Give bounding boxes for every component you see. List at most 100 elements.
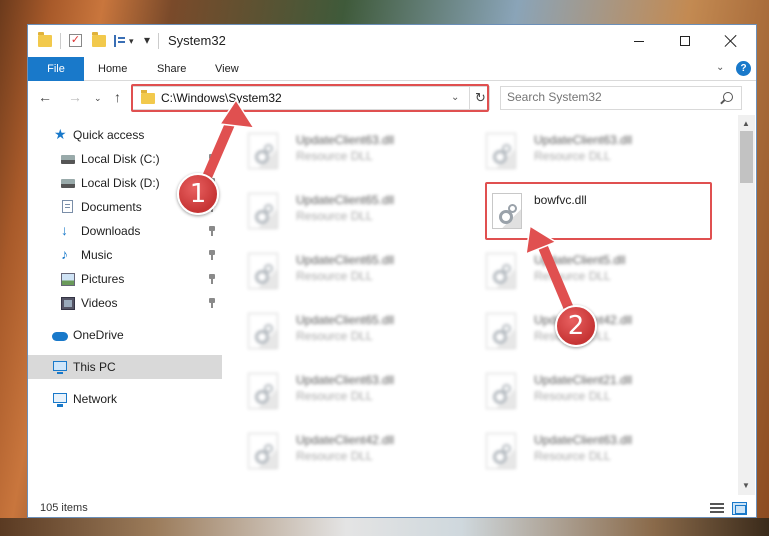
scroll-up-icon[interactable]: ▲ [742,119,750,128]
file-type: Resource DLL [534,269,611,283]
file-item[interactable]: UpdateClient21.dll Resource DLL [460,365,688,415]
forward-button[interactable]: → [68,89,82,105]
download-icon: ↓ [61,222,68,238]
sidebar-item-label: This PC [73,360,116,374]
quick-access-customize-icon[interactable] [114,35,126,47]
properties-check-icon[interactable]: ✓ [69,34,82,47]
customize-toolbar-icon[interactable]: ▾ [144,33,150,49]
sidebar-item-quick-access[interactable]: ★ Quick access [28,123,222,147]
file-type: Resource DLL [296,449,373,463]
sidebar-item-label: Local Disk (D:) [81,176,160,190]
sidebar-item-music[interactable]: ♪ Music [28,243,222,267]
pin-icon[interactable] [208,250,216,260]
file-item[interactable]: UpdateClient65.dll Resource DLL [222,305,450,355]
sidebar-item-label: Pictures [81,272,125,286]
help-button[interactable]: ? [736,61,751,76]
file-item[interactable]: UpdateClient63.dll Resource DLL [460,125,688,175]
file-name: UpdateClient63.dll [534,133,633,147]
maximize-icon [680,36,690,46]
file-name: UpdateClient65.dll [296,193,395,207]
minimize-button[interactable] [616,25,662,57]
details-view-icon[interactable] [710,503,724,514]
vertical-scrollbar[interactable]: ▲ ▼ [738,115,755,495]
videos-icon [61,297,75,310]
sidebar-item-videos[interactable]: Videos [28,291,222,315]
tab-file[interactable]: File [28,57,84,81]
file-type: Resource DLL [296,389,373,403]
drive-icon [61,155,75,164]
pin-icon[interactable] [208,226,216,236]
step-badge-2: 2 [555,305,597,347]
sidebar-item-label: Videos [81,296,118,310]
file-item-bowfvc[interactable]: bowfvc.dll [460,185,688,235]
dll-file-icon [486,313,516,349]
dll-file-icon [248,253,278,289]
network-icon [53,393,67,407]
address-bar[interactable]: C:\Windows\System32 ⌄ ↻ [132,86,490,110]
maximize-button[interactable] [662,25,708,57]
scroll-down-icon[interactable]: ▼ [742,481,750,490]
file-name: UpdateClient63.dll [534,433,633,447]
pin-icon[interactable] [208,274,216,284]
sidebar-item-label: Documents [81,200,142,214]
tab-home[interactable]: Home [98,57,127,81]
sidebar-item-label: Quick access [73,128,145,142]
sidebar-item-network[interactable]: Network [28,387,222,411]
large-icons-view-icon[interactable] [732,502,747,515]
pin-icon[interactable] [208,298,216,308]
back-button[interactable]: ← [38,89,52,105]
sidebar-item-label: Downloads [81,224,141,238]
recent-locations-icon[interactable]: ⌄ [94,93,102,104]
file-name: UpdateClient5.dll [534,253,626,267]
file-item[interactable]: UpdateClient65.dll Resource DLL [222,185,450,235]
file-name: bowfvc.dll [534,193,587,207]
pictures-icon [61,273,75,286]
file-type: Resource DLL [296,209,373,223]
search-input[interactable] [507,90,707,104]
divider [60,33,61,49]
sidebar-item-downloads[interactable]: ↓ Downloads [28,219,222,243]
pin-icon[interactable] [208,154,216,164]
new-folder-icon[interactable] [92,32,106,47]
expand-ribbon-icon[interactable]: ⌄ [716,62,724,73]
file-item[interactable]: UpdateClient5.dll Resource DLL [460,245,688,295]
sidebar-item-local-disk-c[interactable]: Local Disk (C:) [28,147,222,171]
computer-icon [53,361,67,374]
dll-file-icon [248,373,278,409]
file-item[interactable]: UpdateClient63.dll Resource DLL [460,425,688,475]
search-box[interactable] [500,86,742,110]
tab-view[interactable]: View [215,57,239,81]
chevron-down-icon[interactable]: ▾ [129,36,134,52]
file-type: Resource DLL [534,449,611,463]
file-item[interactable]: UpdateClient42.dll Resource DLL [222,425,450,475]
documents-icon [62,200,73,213]
sidebar-item-pictures[interactable]: Pictures [28,267,222,291]
close-button[interactable] [708,25,754,57]
refresh-icon: ↻ [475,90,486,105]
chevron-down-icon[interactable]: ⌄ [451,92,459,103]
dll-file-icon [486,133,516,169]
sidebar-item-onedrive[interactable]: OneDrive [28,323,222,347]
sidebar-item-this-pc[interactable]: This PC [28,355,222,379]
file-item[interactable]: UpdateClient63.dll Resource DLL [222,125,450,175]
up-button[interactable]: ↑ [114,89,121,105]
file-type: Resource DLL [296,149,373,163]
refresh-button[interactable]: ↻ [469,87,491,109]
address-path[interactable]: C:\Windows\System32 [161,91,282,105]
dll-file-icon [248,433,278,469]
file-name: UpdateClient63.dll [296,373,395,387]
folder-icon [38,32,52,47]
tab-share[interactable]: Share [157,57,186,81]
drive-icon [61,179,75,188]
file-type: Resource DLL [296,329,373,343]
desktop-wallpaper [0,518,769,536]
file-name: UpdateClient42.dll [296,433,395,447]
scrollbar-thumb[interactable] [740,131,753,183]
file-item[interactable]: UpdateClient65.dll Resource DLL [222,245,450,295]
file-item[interactable]: UpdateClient63.dll Resource DLL [222,365,450,415]
file-name: UpdateClient21.dll [534,373,633,387]
music-icon: ♪ [61,246,68,262]
ribbon-tabs: File Home Share View ⌄ ? [28,57,756,81]
search-icon[interactable] [723,92,733,102]
dll-file-icon [248,133,278,169]
